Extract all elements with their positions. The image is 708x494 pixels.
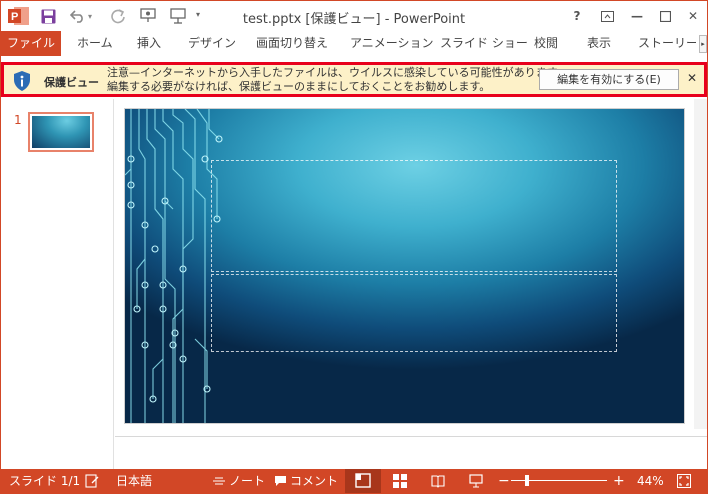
protected-view-message-line2: 編集する必要がなければ、保護ビューのままにしておくことをお勧めします。 [107, 80, 491, 93]
ribbon-display-options-icon[interactable] [595, 5, 619, 27]
undo-dropdown-icon[interactable]: ▾ [85, 5, 95, 27]
fit-to-window-icon[interactable] [677, 474, 691, 488]
title-bar: P ▾ ▾ test.pptx [保護ビュー] - PowerPoint ? —… [1, 1, 707, 31]
minimize-button[interactable]: — [625, 5, 649, 27]
zoom-slider-thumb[interactable] [525, 475, 529, 486]
notes-button[interactable]: ノート [229, 469, 265, 493]
presenter-view-icon[interactable] [167, 5, 189, 27]
tab-slideshow[interactable]: スライド ショー [440, 31, 528, 56]
slide-thumbnail-pane: 1 [1, 99, 114, 469]
slide-canvas[interactable] [124, 108, 685, 424]
comment-icon[interactable] [274, 474, 287, 488]
tab-animations[interactable]: アニメーション [350, 31, 434, 56]
status-bar: スライド 1/1 日本語 ノート コメント − + 44% [1, 469, 707, 493]
protected-view-message-line1: 注意—インターネットから入手したファイルは、ウイルスに感染している可能性がありま… [107, 66, 568, 79]
powerpoint-logo-icon[interactable]: P [8, 6, 30, 26]
reading-view-icon[interactable] [431, 474, 445, 488]
zoom-out-button[interactable]: − [498, 469, 510, 493]
maximize-icon[interactable] [653, 5, 677, 27]
slideshow-view-icon[interactable] [469, 474, 483, 488]
redo-icon[interactable] [107, 5, 129, 27]
slide-counter: スライド 1/1 [9, 474, 81, 488]
slide-thumbnail-image [32, 116, 90, 148]
tab-design[interactable]: デザイン [188, 31, 236, 56]
tab-view[interactable]: 表示 [587, 31, 611, 56]
spelling-check-icon[interactable] [85, 474, 99, 488]
thumbnail-number: 1 [14, 113, 22, 127]
protected-view-title: 保護ビュー [44, 76, 99, 89]
help-button[interactable]: ? [565, 5, 589, 27]
slide-editor [115, 99, 707, 469]
title-placeholder[interactable] [211, 160, 617, 272]
tab-storyboarding[interactable]: ストーリーボ [638, 31, 696, 56]
zoom-in-button[interactable]: + [613, 469, 625, 493]
slideshow-from-start-icon[interactable] [137, 5, 159, 27]
shield-info-icon [12, 70, 32, 95]
normal-view-button[interactable] [345, 469, 381, 493]
notes-icon[interactable] [213, 474, 225, 488]
powerpoint-window: P ▾ ▾ test.pptx [保護ビュー] - PowerPoint ? —… [0, 0, 708, 494]
vertical-scrollbar[interactable] [694, 99, 707, 429]
save-icon[interactable] [37, 5, 59, 27]
tab-insert[interactable]: 挿入 [137, 31, 161, 56]
tab-review[interactable]: 校閲 [534, 31, 558, 56]
svg-text:P: P [11, 11, 18, 23]
ribbon-tabs: ファイル ホーム 挿入 デザイン 画面切り替え アニメーション スライド ショー… [1, 31, 707, 56]
comments-button[interactable]: コメント [290, 469, 338, 493]
enable-editing-button[interactable]: 編集を有効にする(E) [539, 69, 679, 90]
tab-scroll-right-icon[interactable]: ▸ [699, 35, 707, 53]
tab-home[interactable]: ホーム [77, 31, 113, 56]
customize-qat-icon[interactable]: ▾ [196, 10, 200, 19]
language-indicator[interactable]: 日本語 [116, 469, 152, 493]
subtitle-placeholder[interactable] [211, 274, 617, 352]
tab-transitions[interactable]: 画面切り替え [256, 31, 328, 56]
protected-view-message: 注意—インターネットから入手したファイルは、ウイルスに感染している可能性がありま… [107, 66, 568, 94]
protected-view-close-button[interactable]: ✕ [687, 71, 697, 85]
slide-thumbnail[interactable] [28, 112, 94, 152]
protected-view-bar: 保護ビュー 注意—インターネットから入手したファイルは、ウイルスに感染している可… [1, 62, 707, 97]
slide-sorter-view-icon[interactable] [393, 474, 407, 488]
zoom-level[interactable]: 44% [637, 469, 664, 493]
tab-file[interactable]: ファイル [1, 31, 61, 56]
close-button[interactable]: ✕ [681, 5, 705, 27]
notes-pane-divider[interactable] [115, 436, 707, 437]
